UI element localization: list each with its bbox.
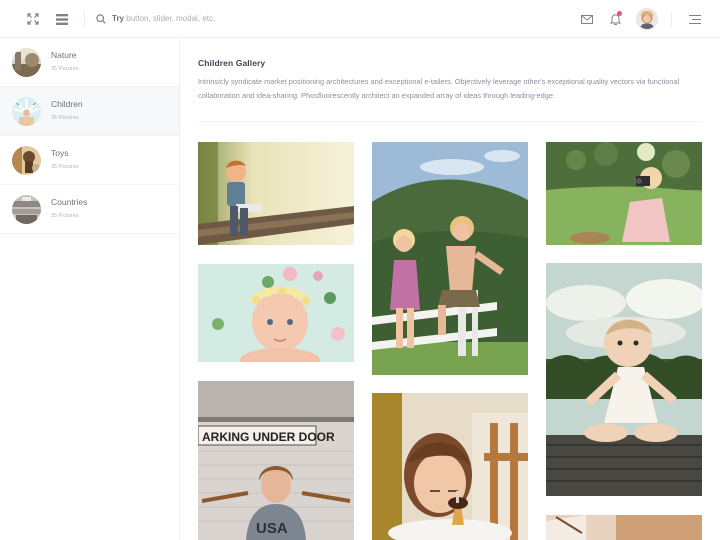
photo-girl-pigtails[interactable]: ARKING UNDER DOOR USA bbox=[198, 381, 354, 540]
album-count: 35 Pictures bbox=[51, 164, 79, 170]
photo-girl-cupcake[interactable] bbox=[372, 393, 528, 540]
expand-icon[interactable] bbox=[22, 8, 44, 30]
bell-icon[interactable] bbox=[605, 9, 625, 29]
album-name: Countries bbox=[51, 197, 88, 207]
header-divider bbox=[671, 11, 672, 27]
gallery-title: Children Gallery bbox=[198, 58, 266, 68]
album-count: 35 Pictures bbox=[51, 213, 79, 219]
album-count: 35 Pictures bbox=[51, 66, 79, 72]
toys-thumbnail bbox=[12, 146, 41, 175]
sidebar-item-toys[interactable]: Toys 35 Pictures bbox=[0, 136, 179, 185]
photo-baby-sitting-clouds[interactable] bbox=[546, 263, 702, 496]
album-name: Children bbox=[51, 99, 83, 109]
photo-shirt-text: USA bbox=[256, 520, 288, 537]
sidebar-item-nature[interactable]: Nature 35 Pictures bbox=[0, 38, 179, 87]
gallery-description: Intrinsicly syndicate market positioning… bbox=[198, 77, 680, 100]
album-name: Nature bbox=[51, 50, 77, 60]
sidebar-item-children[interactable]: Children 35 Pictures bbox=[0, 87, 179, 136]
countries-thumbnail bbox=[12, 195, 41, 224]
gallery-panel: Children Gallery Intrinsicly syndicate m… bbox=[181, 38, 720, 540]
user-avatar[interactable] bbox=[636, 8, 658, 30]
sidebar-item-countries[interactable]: Countries 35 Pictures bbox=[0, 185, 179, 234]
photo-kids-on-fence[interactable] bbox=[372, 142, 528, 375]
photo-sign-text: ARKING UNDER DOOR bbox=[202, 430, 335, 444]
search-bar: Try button, slider, modal, etc. bbox=[96, 9, 396, 29]
menu-icon[interactable] bbox=[51, 8, 73, 30]
search-input[interactable] bbox=[112, 10, 382, 28]
mail-icon[interactable] bbox=[577, 9, 597, 29]
photo-girl-camera-grass[interactable] bbox=[546, 142, 702, 245]
album-count: 35 Pictures bbox=[51, 115, 79, 121]
photo-boy-reading-bench[interactable] bbox=[198, 142, 354, 245]
album-name: Toys bbox=[51, 148, 69, 158]
photo-partial-bottom[interactable] bbox=[546, 515, 702, 540]
children-thumbnail bbox=[12, 97, 41, 126]
photo-baby-flower-crown[interactable] bbox=[198, 264, 354, 362]
top-header: Try button, slider, modal, etc. bbox=[0, 0, 720, 38]
notification-dot bbox=[617, 11, 622, 16]
gallery-divider bbox=[198, 121, 702, 122]
album-sidebar: Nature 35 Pictures Children 35 Pictures bbox=[0, 38, 180, 540]
header-divider bbox=[84, 11, 85, 27]
search-icon bbox=[96, 14, 106, 24]
hamburger-icon[interactable] bbox=[685, 9, 705, 29]
nature-thumbnail bbox=[12, 48, 41, 77]
